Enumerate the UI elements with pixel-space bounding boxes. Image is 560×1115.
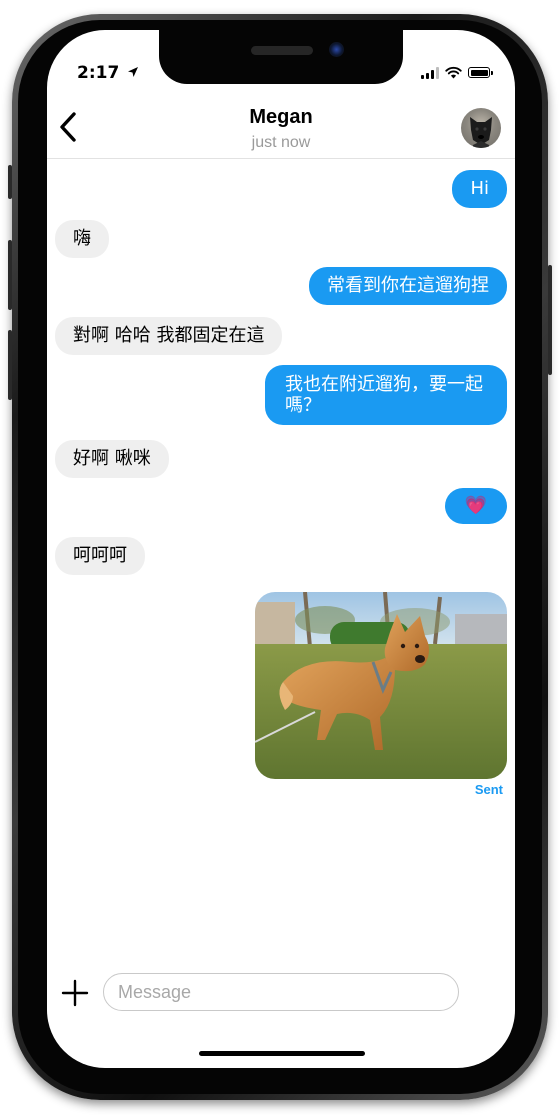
message-thread: Hi 嗨 常看到你在這遛狗捏 對啊 哈哈 我都固定在這 我也在附近遛狗，要一起嗎… [47, 160, 515, 970]
plus-icon [61, 979, 89, 1007]
notch [159, 30, 403, 84]
status-time-text: 2:17 [77, 63, 120, 83]
contact-status: just now [251, 134, 311, 151]
cellular-signal-icon [421, 66, 439, 79]
battery-icon [468, 67, 490, 78]
wifi-icon [445, 66, 462, 79]
message-bubble-outgoing[interactable]: 常看到你在這遛狗捏 [309, 267, 507, 305]
contact-avatar[interactable] [461, 108, 501, 148]
status-time: 2:17 [77, 63, 139, 83]
location-arrow-icon [128, 67, 139, 77]
home-indicator[interactable] [199, 1051, 365, 1056]
message-bubble-outgoing[interactable]: 💗 [444, 488, 507, 524]
contact-name[interactable]: Megan [47, 106, 515, 129]
message-bubble-outgoing[interactable]: 我也在附近遛狗，要一起嗎？ [265, 365, 507, 425]
conversation-header: Megan just now [47, 98, 515, 159]
phone-screen: 2:17 Megan just now Hi 嗨 常看到你在這遛狗捏 對啊 哈哈… [47, 30, 515, 1068]
delivery-status: Sent [474, 782, 503, 797]
message-bubble-outgoing[interactable]: Hi [452, 170, 507, 208]
photo-message[interactable] [255, 592, 507, 779]
message-input[interactable] [103, 973, 459, 1011]
message-bubble-incoming[interactable]: 嗨 [55, 220, 109, 258]
volume-down-button [8, 330, 12, 400]
battery-tip [491, 70, 493, 75]
power-button [548, 265, 552, 375]
dog-avatar [470, 117, 492, 148]
message-bubble-incoming[interactable]: 呵呵呵 [55, 537, 145, 575]
add-attachment-button[interactable] [61, 979, 89, 1007]
earpiece-speaker [251, 46, 313, 55]
status-icons [421, 66, 493, 79]
front-camera [329, 42, 344, 57]
message-bubble-incoming[interactable]: 對啊 哈哈 我都固定在這 [55, 317, 283, 355]
message-bubble-incoming[interactable]: 好啊 啾咪 [55, 440, 169, 478]
dog-photo [255, 592, 507, 779]
silent-switch [8, 165, 12, 199]
volume-up-button [8, 240, 12, 310]
